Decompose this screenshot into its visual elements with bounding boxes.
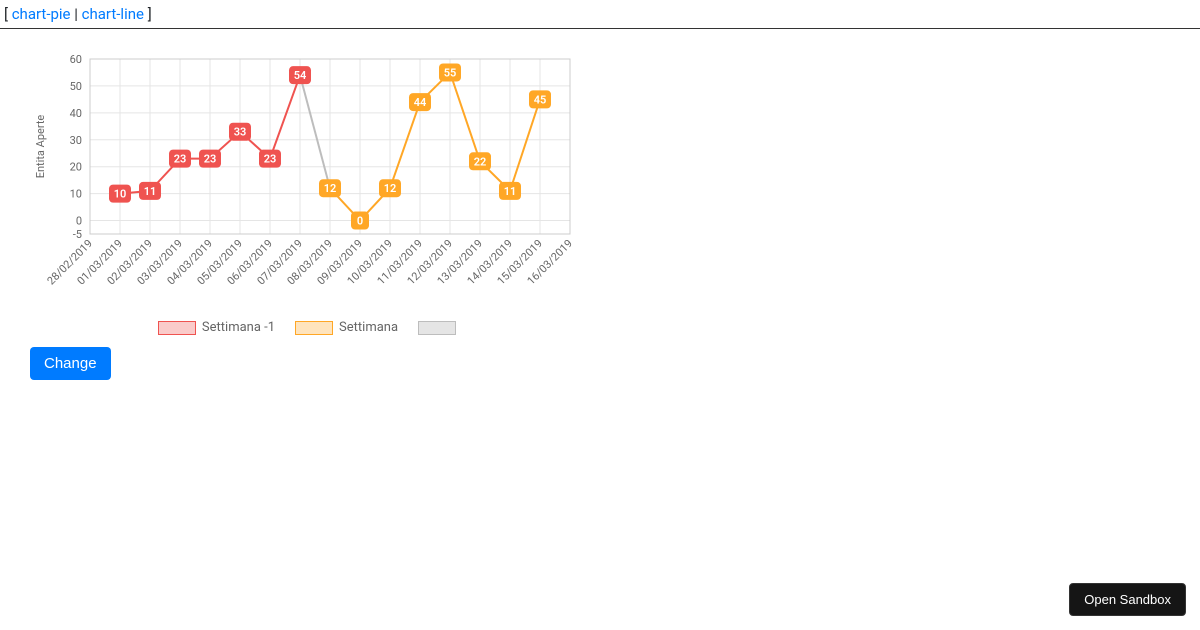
svg-text:60: 60 (70, 53, 82, 66)
svg-text:23: 23 (174, 153, 187, 166)
line-chart: -5010203040506028/02/201901/03/201902/03… (30, 49, 590, 314)
svg-text:44: 44 (414, 96, 427, 109)
svg-text:20: 20 (70, 161, 82, 174)
svg-text:23: 23 (264, 153, 277, 166)
svg-text:0: 0 (357, 215, 363, 228)
svg-text:11: 11 (504, 185, 517, 198)
change-button[interactable]: Change (30, 347, 111, 380)
svg-text:11: 11 (144, 185, 157, 198)
svg-text:40: 40 (70, 107, 82, 120)
bracket: [ (4, 5, 12, 23)
svg-text:50: 50 (70, 80, 82, 93)
legend-item-settimana-1[interactable]: Settimana -1 (158, 320, 275, 335)
divider (0, 28, 1200, 29)
top-nav: [ chart-pie | chart-line ] (0, 0, 1200, 28)
svg-text:10: 10 (70, 188, 82, 201)
link-chart-line[interactable]: chart-line (82, 5, 144, 23)
separator: | (74, 5, 81, 23)
legend-item-settimana[interactable]: Settimana (295, 320, 398, 335)
svg-text:10: 10 (114, 188, 127, 201)
link-chart-pie[interactable]: chart-pie (12, 5, 71, 23)
legend-label: Settimana (339, 320, 398, 335)
svg-text:54: 54 (294, 69, 307, 82)
svg-text:33: 33 (234, 126, 247, 139)
svg-text:12: 12 (384, 182, 397, 195)
svg-text:55: 55 (444, 66, 457, 79)
open-sandbox-button[interactable]: Open Sandbox (1069, 583, 1186, 616)
svg-text:22: 22 (474, 155, 487, 168)
svg-text:12: 12 (324, 182, 337, 195)
bracket: ] (148, 5, 152, 23)
svg-text:-5: -5 (73, 228, 82, 241)
legend-swatch (158, 321, 196, 335)
legend-swatch (295, 321, 333, 335)
chart-legend: Settimana -1 Settimana (30, 320, 590, 335)
legend-swatch (418, 321, 456, 335)
svg-text:30: 30 (70, 134, 82, 147)
svg-text:0: 0 (76, 215, 82, 228)
svg-text:45: 45 (534, 93, 547, 106)
legend-label: Settimana -1 (202, 320, 275, 335)
svg-text:Entita Aperte: Entita Aperte (34, 115, 47, 179)
svg-text:23: 23 (204, 153, 217, 166)
legend-item-unnamed[interactable] (418, 321, 462, 335)
